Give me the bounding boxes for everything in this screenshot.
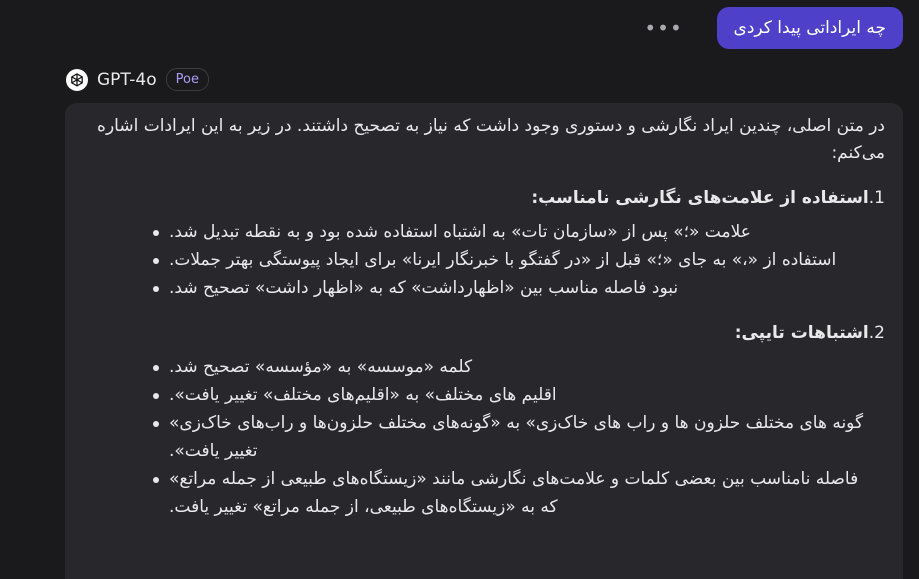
bullet-icon: [153, 365, 159, 371]
section-item-list: کلمه «موسسه» به «مؤسسه» تصحیح شد. اقلیم …: [83, 353, 885, 521]
section-number: 2.: [868, 323, 885, 343]
section-title: اشتباهات تایپی:: [734, 323, 869, 343]
bot-header: GPT-4o Poe: [66, 68, 209, 91]
bullet-icon: [153, 230, 159, 236]
section-title: استفاده از علامت‌های نگارشی نامناسب:: [531, 188, 869, 208]
list-item: فاصله نامناسب بین بعضی کلمات و علامت‌های…: [83, 465, 885, 521]
chat-stage: ••• چه ایراداتی پیدا کردی GPT-4o Poe در …: [0, 0, 919, 579]
bullet-icon: [153, 258, 159, 264]
bot-name[interactable]: GPT-4o: [97, 70, 157, 90]
bullet-icon: [153, 286, 159, 292]
bullet-icon: [153, 421, 159, 427]
list-item-text: فاصله نامناسب بین بعضی کلمات و علامت‌های…: [169, 469, 859, 517]
response-section: 2. اشتباهات تایپی: کلمه «موسسه» به «مؤسس…: [83, 320, 885, 521]
list-item: کلمه «موسسه» به «مؤسسه» تصحیح شد.: [83, 353, 885, 381]
list-item: علامت «؛» پس از «سازمان تات» به اشتباه ا…: [83, 218, 885, 246]
user-message-row: ••• چه ایراداتی پیدا کردی: [644, 7, 903, 49]
section-number: 1.: [868, 188, 885, 208]
list-item-text: علامت «؛» پس از «سازمان تات» به اشتباه ا…: [169, 222, 751, 242]
section-item-list: علامت «؛» پس از «سازمان تات» به اشتباه ا…: [83, 218, 885, 302]
response-section-list: 1. استفاده از علامت‌های نگارشی نامناسب: …: [83, 185, 885, 521]
bullet-icon: [153, 477, 159, 483]
poe-badge: Poe: [165, 68, 209, 91]
response-section: 1. استفاده از علامت‌های نگارشی نامناسب: …: [83, 185, 885, 302]
list-item-text: اقلیم های مختلف» به «اقلیم‌های مختلف» تغ…: [169, 385, 557, 405]
list-item: گونه های مختلف حلزون ها و راب های خاک‌زی…: [83, 409, 885, 465]
section-heading: 2. اشتباهات تایپی:: [105, 320, 885, 347]
list-item-text: نبود فاصله مناسب بین «اظهارداشت» که به «…: [169, 278, 679, 298]
list-item: استفاده از «،» به جای «؛» قبل از «در گفت…: [83, 246, 885, 274]
bullet-icon: [153, 393, 159, 399]
list-item-text: کلمه «موسسه» به «مؤسسه» تصحیح شد.: [169, 357, 473, 377]
bot-response-bubble: در متن اصلی، چندین ایراد نگارشی و دستوری…: [65, 103, 903, 579]
response-intro: در متن اصلی، چندین ایراد نگارشی و دستوری…: [97, 116, 885, 163]
more-options-icon[interactable]: •••: [644, 13, 681, 43]
user-message-bubble: چه ایراداتی پیدا کردی: [716, 7, 903, 49]
section-heading: 1. استفاده از علامت‌های نگارشی نامناسب:: [105, 185, 885, 212]
list-item-text: گونه های مختلف حلزون ها و راب های خاک‌زی…: [169, 413, 864, 461]
list-item: نبود فاصله مناسب بین «اظهارداشت» که به «…: [83, 274, 885, 302]
list-item: اقلیم های مختلف» به «اقلیم‌های مختلف» تغ…: [83, 381, 885, 409]
list-item-text: استفاده از «،» به جای «؛» قبل از «در گفت…: [169, 250, 837, 270]
openai-logo-icon[interactable]: [66, 68, 88, 91]
